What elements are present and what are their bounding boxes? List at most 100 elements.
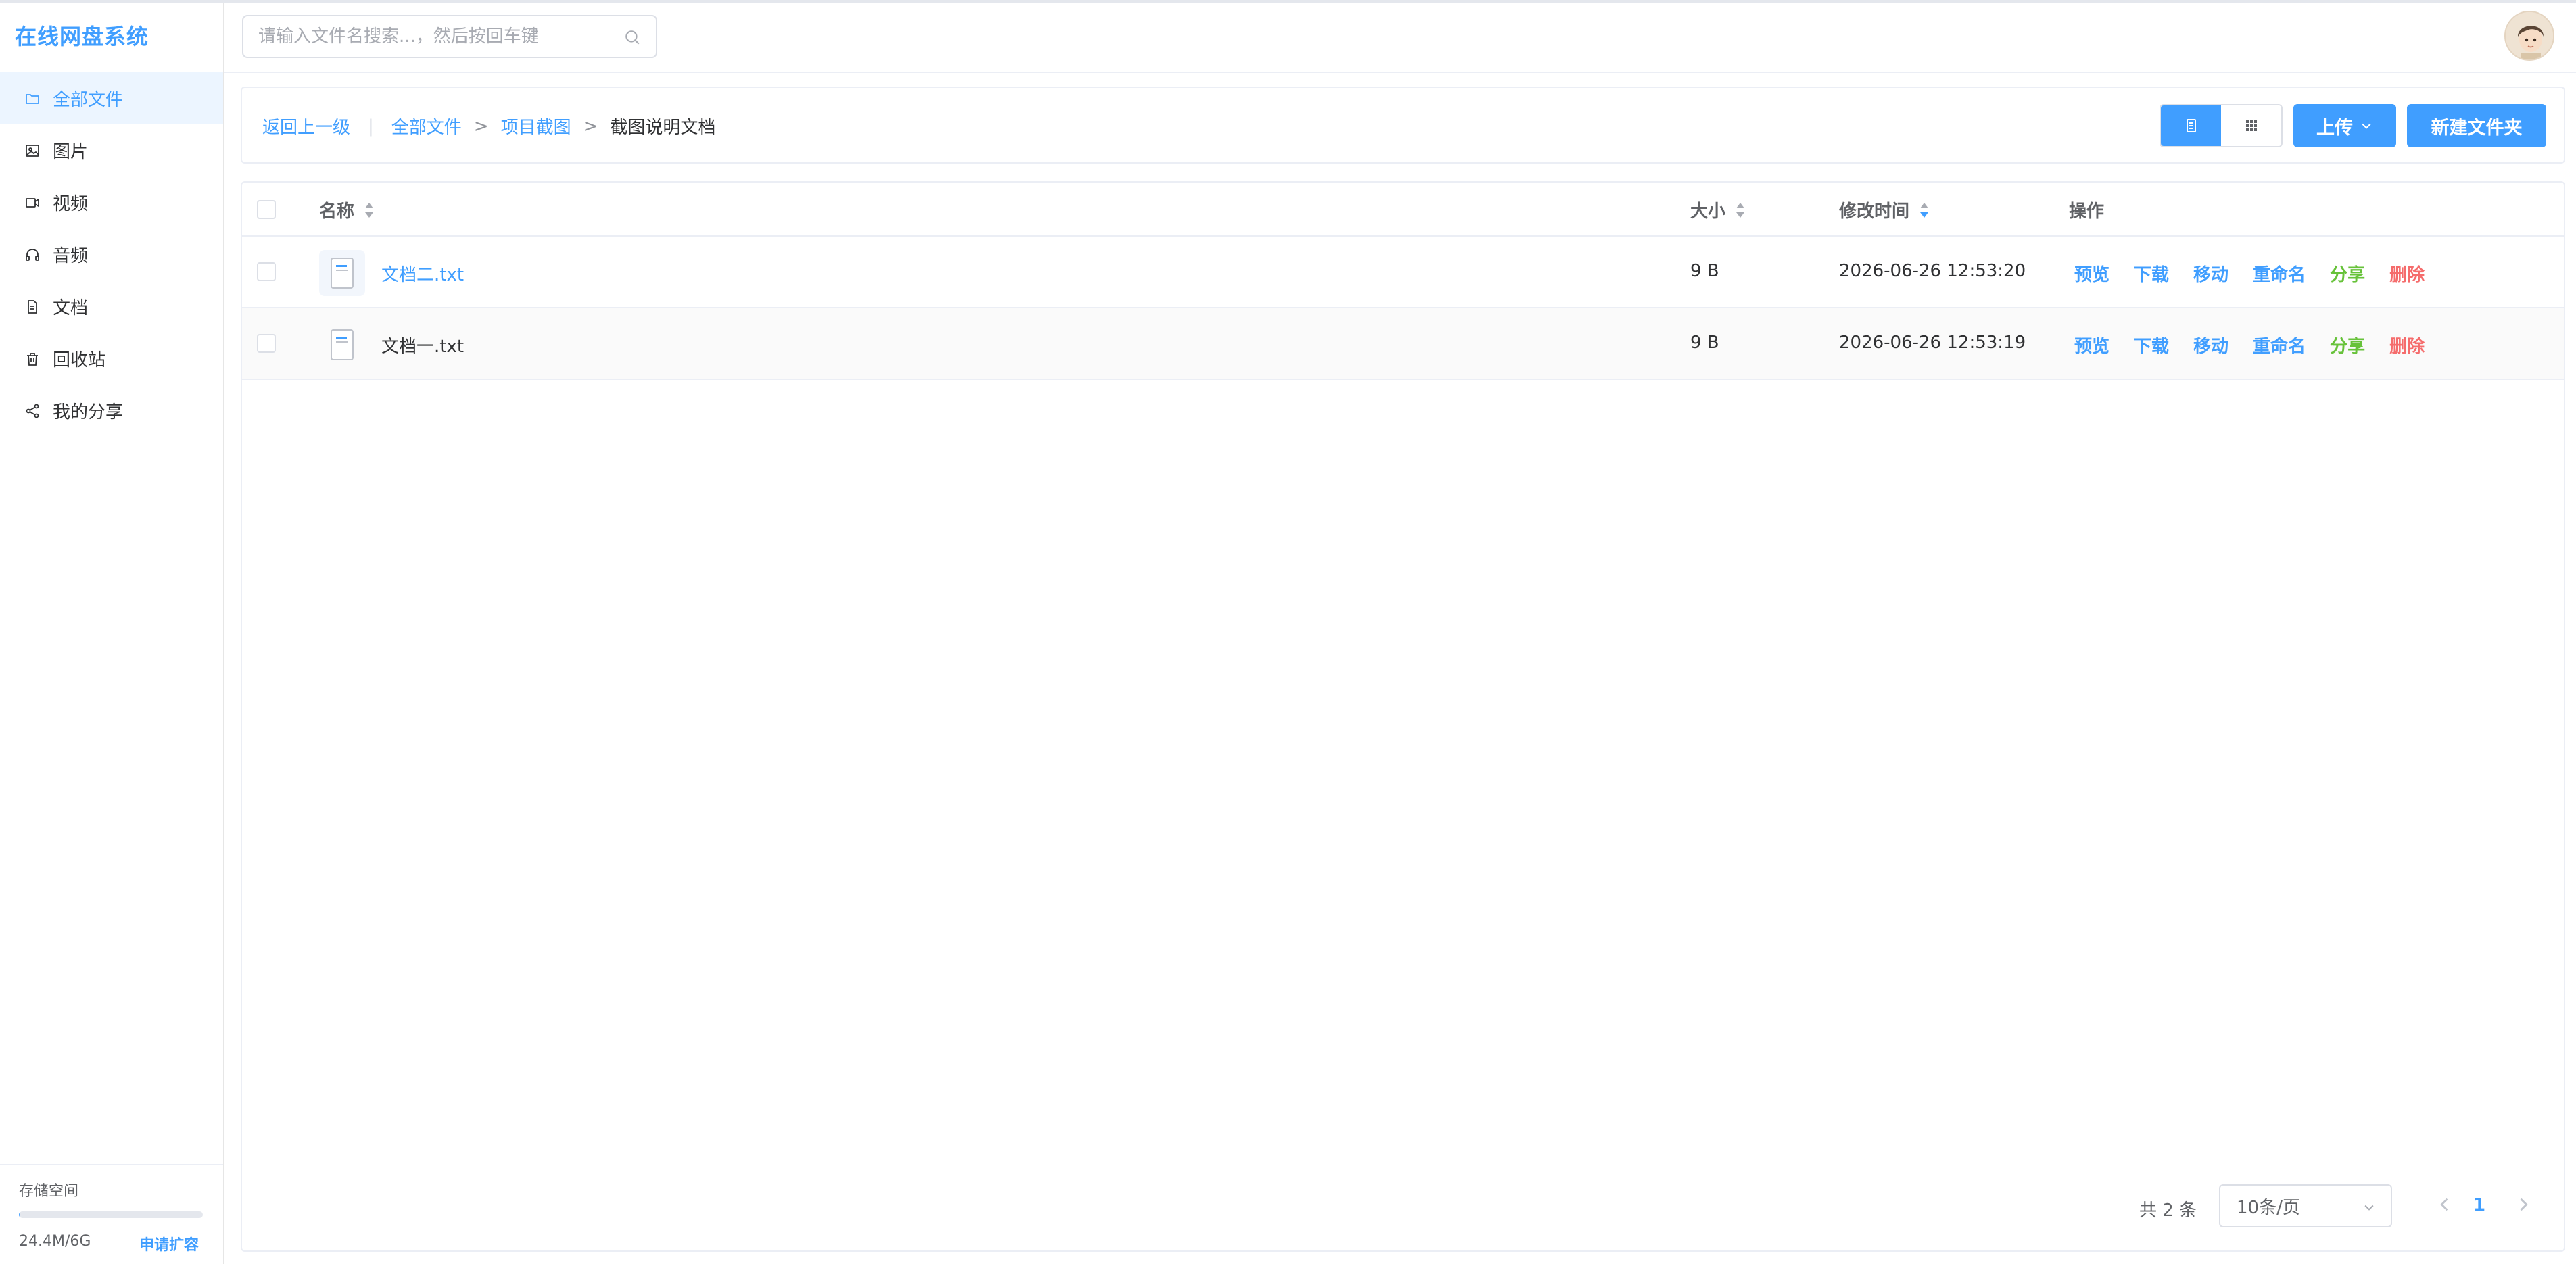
document-icon	[24, 299, 41, 315]
list-view-button[interactable]	[2161, 105, 2221, 146]
toolbar-card: 返回上一级 | 全部文件 > 项目截图 > 截图说明文档 上传 新建文件夹	[241, 87, 2565, 164]
sidebar-item-label: 文档	[53, 298, 89, 318]
share-button[interactable]: 分享	[2330, 261, 2365, 286]
rename-button[interactable]: 重命名	[2253, 333, 2306, 358]
view-mode-toggle	[2160, 104, 2283, 147]
file-modified-time: 2026-06-26 12:53:19	[1839, 333, 2026, 353]
request-expansion-link[interactable]: 申请扩容	[139, 1233, 199, 1255]
move-button[interactable]: 移动	[2193, 333, 2228, 358]
sidebar-item-audio[interactable]: 音频	[0, 228, 223, 281]
app-logo-title[interactable]: 在线网盘系统	[15, 20, 149, 53]
storage-panel: 存储空间 24.4M/6G 申请扩容	[0, 1164, 223, 1264]
column-header-label: 修改时间	[1839, 201, 1910, 222]
prev-page-button[interactable]	[2435, 1195, 2454, 1214]
move-button[interactable]: 移动	[2193, 261, 2228, 286]
row-actions: 预览 下载 移动 重命名 分享 删除	[2074, 333, 2425, 358]
grid-icon	[2245, 120, 2257, 131]
storage-progress-bar	[19, 1211, 203, 1218]
sidebar-item-label: 视频	[53, 194, 89, 214]
search-input[interactable]	[243, 26, 609, 47]
txt-file-icon	[319, 250, 365, 296]
sidebar-item-recycle-bin[interactable]: 回收站	[0, 333, 223, 385]
row-checkbox[interactable]	[257, 262, 276, 281]
upload-dropdown-button[interactable]: 上传	[2293, 104, 2396, 147]
folder-icon	[24, 91, 41, 107]
sidebar-item-images[interactable]: 图片	[0, 124, 223, 176]
share-button[interactable]: 分享	[2330, 333, 2365, 358]
file-name-link[interactable]: 文档二.txt	[381, 261, 464, 286]
column-header-size[interactable]: 大小	[1690, 197, 1747, 222]
sidebar-nav: 全部文件 图片 视频 音频 文档 回收站 我的分享	[0, 72, 223, 437]
video-icon	[24, 195, 41, 211]
table-row[interactable]: 文档一.txt 9 B 2026-06-26 12:53:19 预览 下载 移动…	[242, 308, 2564, 380]
sort-icon[interactable]	[1734, 200, 1747, 220]
top-header	[224, 0, 2576, 73]
upload-button-label: 上传	[2316, 117, 2353, 139]
new-folder-button[interactable]: 新建文件夹	[2407, 104, 2546, 147]
preview-button[interactable]: 预览	[2074, 261, 2109, 286]
delete-button[interactable]: 删除	[2389, 333, 2425, 358]
window-top-border	[0, 0, 2576, 3]
image-icon	[24, 143, 41, 159]
avatar-icon	[2506, 12, 2553, 59]
sidebar-item-label: 音频	[53, 246, 89, 266]
sort-descending-icon[interactable]	[1917, 200, 1931, 220]
table-row[interactable]: 文档二.txt 9 B 2026-06-26 12:53:20 预览 下载 移动…	[242, 237, 2564, 308]
storage-title: 存储空间	[19, 1183, 79, 1200]
column-header-name[interactable]: 名称	[319, 197, 376, 222]
file-size: 9 B	[1690, 261, 1719, 281]
file-size: 9 B	[1690, 333, 1719, 353]
sidebar: 在线网盘系统 全部文件 图片 视频 音频 文档 回收站 我的分享 存储空间 24…	[0, 0, 224, 1264]
rename-button[interactable]: 重命名	[2253, 261, 2306, 286]
avatar[interactable]	[2504, 11, 2554, 61]
preview-button[interactable]: 预览	[2074, 333, 2109, 358]
delete-button[interactable]: 删除	[2389, 261, 2425, 286]
list-icon	[2186, 119, 2196, 132]
search-icon[interactable]	[623, 28, 641, 46]
download-button[interactable]: 下载	[2134, 333, 2169, 358]
breadcrumb-divider: |	[368, 116, 374, 137]
headphones-icon	[24, 247, 41, 263]
column-header-label: 名称	[319, 201, 355, 222]
row-checkbox[interactable]	[257, 334, 276, 353]
breadcrumb-separator: >	[473, 116, 489, 137]
sidebar-item-label: 回收站	[53, 350, 106, 370]
search-box	[242, 15, 657, 58]
breadcrumb-item-current: 截图说明文档	[610, 118, 716, 138]
next-page-button[interactable]	[2514, 1195, 2533, 1214]
file-table: 名称 大小 修改时间 操作 文档二.txt 9 B 2026-06-26 12:…	[241, 181, 2565, 1252]
txt-file-icon	[319, 322, 365, 368]
file-modified-time: 2026-06-26 12:53:20	[1839, 261, 2026, 281]
sort-icon[interactable]	[362, 200, 376, 220]
chevron-down-icon	[2362, 123, 2371, 129]
column-header-modified[interactable]: 修改时间	[1839, 197, 1931, 222]
page-size-select[interactable]: 10条/页	[2219, 1184, 2392, 1227]
back-to-parent-link[interactable]: 返回上一级	[262, 114, 350, 139]
column-header-label: 大小	[1690, 201, 1726, 222]
page-size-value: 10条/页	[2237, 1197, 2300, 1218]
table-header: 名称 大小 修改时间 操作	[242, 183, 2564, 237]
breadcrumb-separator: >	[583, 116, 598, 137]
grid-view-button[interactable]	[2221, 105, 2281, 146]
sidebar-item-videos[interactable]: 视频	[0, 176, 223, 228]
app-root: 在线网盘系统 全部文件 图片 视频 音频 文档 回收站 我的分享 存储空间 24…	[0, 0, 2576, 1264]
row-actions: 预览 下载 移动 重命名 分享 删除	[2074, 261, 2425, 286]
sidebar-item-my-shares[interactable]: 我的分享	[0, 385, 223, 437]
column-header-actions: 操作	[2069, 201, 2105, 222]
storage-used-text: 24.4M/6G	[19, 1233, 91, 1250]
file-name-link[interactable]: 文档一.txt	[381, 333, 464, 358]
page-number-current[interactable]: 1	[2473, 1195, 2485, 1215]
chevron-down-icon	[2364, 1205, 2374, 1211]
sidebar-item-all-files[interactable]: 全部文件	[0, 72, 223, 124]
breadcrumb-item-project-screenshots[interactable]: 项目截图	[501, 114, 571, 139]
storage-progress-fill	[19, 1211, 20, 1218]
breadcrumb: 返回上一级 | 全部文件 > 项目截图 > 截图说明文档	[262, 114, 715, 139]
select-all-checkbox[interactable]	[257, 200, 276, 219]
download-button[interactable]: 下载	[2134, 261, 2169, 286]
breadcrumb-item-all-files[interactable]: 全部文件	[391, 114, 462, 139]
share-icon	[24, 403, 41, 419]
pagination: 共 2 条 10条/页 1	[242, 1183, 2564, 1230]
sidebar-item-documents[interactable]: 文档	[0, 281, 223, 333]
pagination-total: 共 2 条	[2139, 1200, 2197, 1221]
trash-icon	[24, 351, 41, 367]
